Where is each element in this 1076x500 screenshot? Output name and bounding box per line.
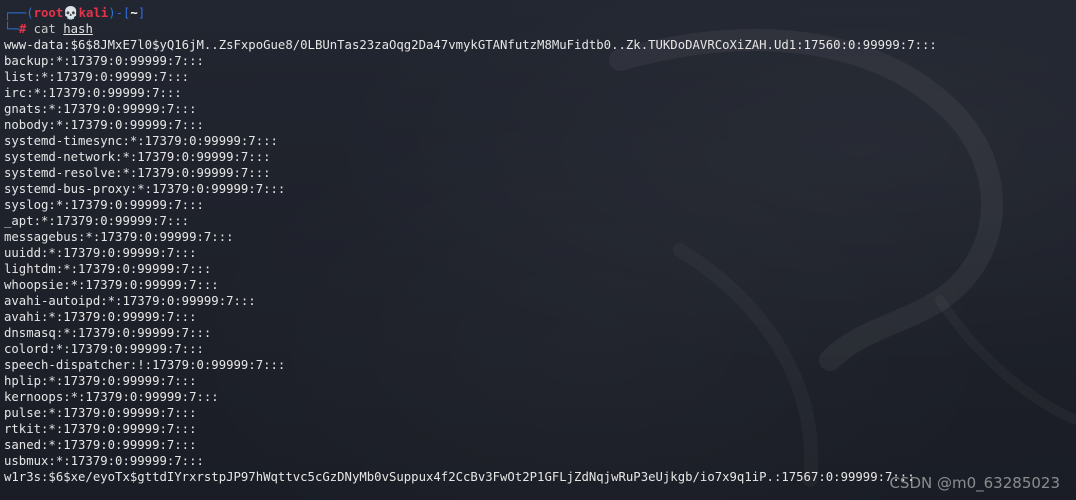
- output-line: avahi-autoipd:*:17379:0:99999:7:::: [4, 294, 256, 308]
- output-line: systemd-bus-proxy:*:17379:0:99999:7:::: [4, 182, 286, 196]
- output-line: kernoops:*:17379:0:99999:7:::: [4, 390, 219, 404]
- prompt-command-line: └─# cat hash: [4, 22, 93, 36]
- output-line: _apt:*:17379:0:99999:7:::: [4, 214, 190, 228]
- output-line: pulse:*:17379:0:99999:7:::: [4, 406, 197, 420]
- output-line: systemd-network:*:17379:0:99999:7:::: [4, 150, 271, 164]
- output-line: www-data:$6$8JMxE7l0$yQ16jM..ZsFxpoGue8/…: [4, 38, 937, 52]
- output-line: systemd-timesync:*:17379:0:99999:7:::: [4, 134, 278, 148]
- output-line: saned:*:17379:0:99999:7:::: [4, 438, 197, 452]
- command-name: cat: [33, 22, 56, 36]
- prompt-user: root: [33, 6, 64, 20]
- output-line: nobody:*:17379:0:99999:7:::: [4, 118, 204, 132]
- output-line: irc:*:17379:0:99999:7:::: [4, 86, 182, 100]
- output-line: speech-dispatcher:!:17379:0:99999:7:::: [4, 358, 286, 372]
- command-argument: hash: [63, 22, 93, 36]
- prompt-header: ┌──(root💀kali)-[~]: [4, 6, 146, 20]
- command-output: www-data:$6$8JMxE7l0$yQ16jM..ZsFxpoGue8/…: [4, 37, 1076, 485]
- output-line: avahi:*:17379:0:99999:7:::: [4, 310, 197, 324]
- output-line: messagebus:*:17379:0:99999:7:::: [4, 230, 234, 244]
- output-line: rtkit:*:17379:0:99999:7:::: [4, 422, 197, 436]
- output-line: syslog:*:17379:0:99999:7:::: [4, 198, 204, 212]
- csdn-watermark: CSDN @m0_63285023: [889, 474, 1060, 492]
- output-line: gnats:*:17379:0:99999:7:::: [4, 102, 197, 116]
- output-line: whoopsie:*:17379:0:99999:7:::: [4, 278, 219, 292]
- output-line: dnsmasq:*:17379:0:99999:7:::: [4, 326, 212, 340]
- terminal-window[interactable]: ┌──(root💀kali)-[~] └─# cat hash www-data…: [4, 5, 1076, 500]
- output-line: hplip:*:17379:0:99999:7:::: [4, 374, 197, 388]
- output-line: backup:*:17379:0:99999:7:::: [4, 54, 204, 68]
- skull-icon: 💀: [63, 6, 79, 20]
- output-line: uuidd:*:17379:0:99999:7:::: [4, 246, 197, 260]
- prompt-dir: ~: [130, 6, 138, 20]
- output-line: colord:*:17379:0:99999:7:::: [4, 342, 204, 356]
- output-line: usbmux:*:17379:0:99999:7:::: [4, 454, 204, 468]
- prompt-host: kali: [78, 6, 109, 20]
- output-line: systemd-resolve:*:17379:0:99999:7:::: [4, 166, 271, 180]
- prompt-symbol: #: [18, 22, 27, 36]
- output-line: lightdm:*:17379:0:99999:7:::: [4, 262, 212, 276]
- output-line: list:*:17379:0:99999:7:::: [4, 70, 190, 84]
